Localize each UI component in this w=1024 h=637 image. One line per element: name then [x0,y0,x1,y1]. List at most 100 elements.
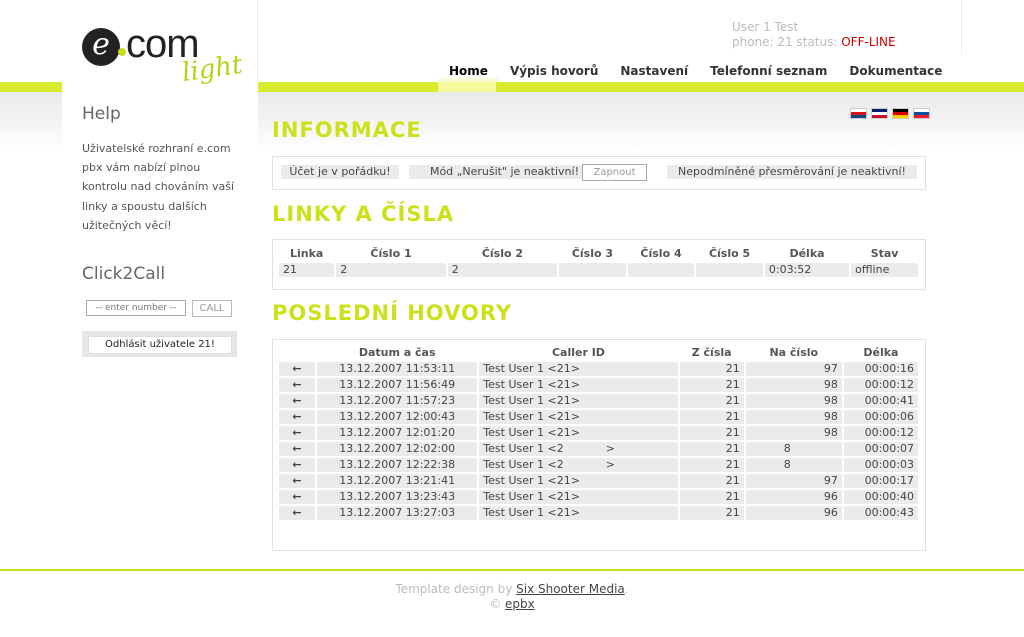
call-cell: 13.12.2007 12:22:38 [317,458,478,472]
linky-table: Linka Číslo 1 Číslo 2 Číslo 3 Číslo 4 Číslo 5… [277,245,920,279]
table-row: ← 13.12.2007 11:57:23 Test User 1 <21> 21 98… [279,394,918,408]
nav-item-3[interactable]: Telefonní seznam [699,63,838,82]
outgoing-call-icon: ← [279,474,316,488]
linky-header: Číslo 3 [571,247,614,260]
epbx-link[interactable]: epbx [505,597,535,611]
hovory-header: Na číslo [769,346,819,359]
footer-credit-prefix: Template design by [395,582,517,596]
language-flags [850,108,930,119]
call-cell: Test User 1 <21> [479,394,678,408]
linky-cell [627,263,695,277]
call-cell: 98 [745,426,842,440]
call-cell: 00:00:12 [843,426,918,440]
six-shooter-media-link[interactable]: Six Shooter Media [516,582,625,596]
informace-title: INFORMACE [272,118,422,142]
linky-header: Číslo 5 [708,247,751,260]
call-button[interactable]: CALL [192,300,232,317]
call-cell: 13.12.2007 12:02:00 [317,442,478,456]
slovak-flag-icon[interactable] [913,108,930,119]
call-cell: 00:00:43 [843,506,918,520]
hovory-header: Z čísla [691,346,732,359]
table-row: ← 13.12.2007 13:21:41 Test User 1 <21> 21 97… [279,474,918,488]
help-title: Help [82,104,121,124]
footer-accent-line [0,569,1024,571]
click2call-number-input[interactable]: -- enter number -- [86,300,186,316]
linky-cell [696,263,763,277]
call-cell: 13.12.2007 12:01:20 [317,426,478,440]
nav-item-2[interactable]: Nastavení [609,63,699,82]
call-cell: Test User 1 <21> [479,410,678,424]
outgoing-call-icon: ← [279,506,316,520]
table-row: ← 13.12.2007 12:00:43 Test User 1 <21> 21 98… [279,410,918,424]
click2call-title: Click2Call [82,264,166,284]
call-cell: 21 [679,442,744,456]
phone-status-label: phone: 21 status: [732,35,842,49]
call-cell: 00:00:17 [843,474,918,488]
table-row: ← 13.12.2007 12:01:20 Test User 1 <21> 21 98… [279,426,918,440]
footer-copyright: © epbx [0,597,1024,612]
call-cell: 96 [745,506,842,520]
copyright-symbol: © [489,597,506,611]
linky-cell: 2 [336,263,446,277]
logo-dot [118,48,126,56]
main-nav: Home Výpis hovorů Nastavení Telefonní sezna… [438,63,953,82]
czech-flag-icon[interactable] [850,108,867,119]
call-cell: 21 [679,458,744,472]
call-cell: 8 [745,458,842,472]
outgoing-call-icon: ← [279,410,316,424]
nav-item-4[interactable]: Dokumentace [838,63,953,82]
hovory-title: POSLEDNÍ HOVORY [272,301,513,325]
linky-header: Linka [289,247,324,260]
call-cell: 21 [679,410,744,424]
call-cell: 21 [679,490,744,504]
call-cell: Test User 1 <21> [479,378,678,392]
status-badge: OFF-LINE [841,35,896,49]
linky-header: Číslo 2 [481,247,524,260]
call-cell: 21 [679,506,744,520]
call-cell: 98 [745,410,842,424]
call-cell: 13.12.2007 12:00:43 [317,410,478,424]
dnd-enable-button[interactable]: Zapnout [582,164,647,181]
table-row: ← 13.12.2007 12:02:00 Test User 1 <2 >21 8 0… [279,442,918,456]
call-cell: 13.12.2007 13:27:03 [317,506,478,520]
call-cell: 00:00:16 [843,362,918,376]
call-cell: Test User 1 <21> [479,426,678,440]
outgoing-call-icon: ← [279,490,316,504]
outgoing-call-icon: ← [279,362,316,376]
table-row: ← 13.12.2007 13:27:03 Test User 1 <21> 21 96… [279,506,918,520]
header-divider-left [257,0,258,82]
call-cell: 13.12.2007 11:57:23 [317,394,478,408]
linky-cell: 0:03:52 [764,263,850,277]
footer-credit-suffix: . [624,582,629,596]
logout-button[interactable]: Odhlásit uživatele 21! [88,336,232,354]
uk-flag-icon[interactable] [871,108,888,119]
call-cell: 13.12.2007 11:53:11 [317,362,478,376]
call-cell: 21 [679,474,744,488]
outgoing-call-icon: ← [279,394,316,408]
user-name: User 1 Test [732,20,799,34]
call-cell: 00:00:12 [843,378,918,392]
call-cell: 13.12.2007 11:56:49 [317,378,478,392]
dnd-status: Mód „Nerušit" je neaktivní! [409,165,583,179]
call-cell: 21 [679,426,744,440]
user-info: User 1 Test phone: 21 status: OFF-LINE [732,20,896,50]
hovory-header [279,346,315,360]
call-cell: 8 [745,442,842,456]
hovory-table: Datum a čas Caller ID Z čísla Na číslo Délka… [277,344,920,522]
call-cell: 98 [745,378,842,392]
outgoing-call-icon: ← [279,426,316,440]
footer-credit: Template design by Six Shooter Media. [0,582,1024,597]
linky-cell: 21 [279,263,335,277]
call-cell: Test User 1 <2 > [479,442,678,456]
nav-item-1[interactable]: Výpis hovorů [499,63,609,82]
call-cell: Test User 1 <21> [479,506,678,520]
linky-cell: offline [851,263,918,277]
outgoing-call-icon: ← [279,458,316,472]
hovory-header: Datum a čas [358,346,436,359]
linky-header: Číslo 4 [640,247,682,260]
german-flag-icon[interactable] [892,108,909,119]
nav-item-0[interactable]: Home [438,63,499,82]
outgoing-call-icon: ← [279,378,316,392]
hovory-header: Délka [863,346,899,359]
call-cell: 00:00:06 [843,410,918,424]
